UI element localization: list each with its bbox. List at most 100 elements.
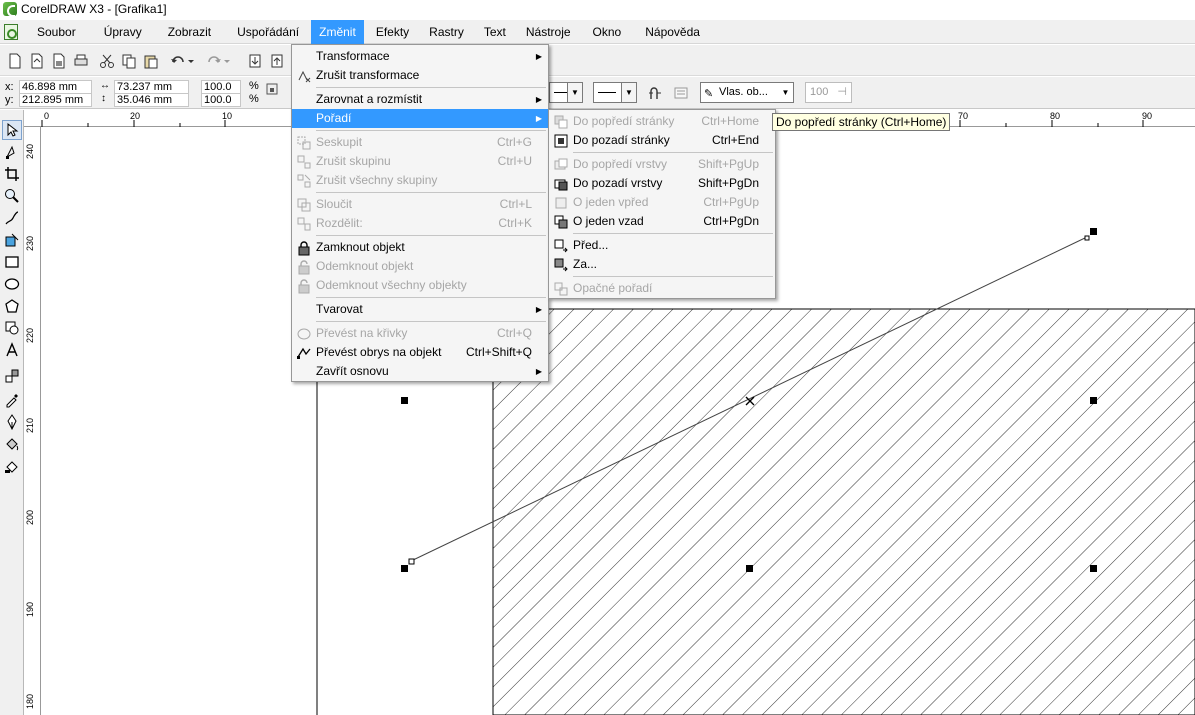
crop-tool-icon[interactable] xyxy=(2,164,22,184)
print-icon[interactable] xyxy=(71,51,91,71)
menu-item-rozdelit[interactable]: Rozdělit: Ctrl+K xyxy=(292,214,548,233)
outline-pen-icon[interactable] xyxy=(671,83,691,103)
menu-item-sloucit[interactable]: Sloučit Ctrl+L xyxy=(292,195,548,214)
menu-item-zrusit-skupinu[interactable]: Zrušit skupinu Ctrl+U xyxy=(292,152,548,171)
menu-item-seskupit[interactable]: Seskupit Ctrl+G xyxy=(292,133,548,152)
menu-item-zavrit-osnovu[interactable]: Zavřít osnovu ▶ xyxy=(292,362,548,381)
chevron-down-icon: ▼ xyxy=(778,83,793,102)
menu-separator xyxy=(316,192,546,193)
chevron-down-icon: ▼ xyxy=(567,83,582,102)
interactive-fill-tool-icon[interactable] xyxy=(2,456,22,476)
line-start-combo[interactable]: ▼ xyxy=(549,82,583,103)
menu-upravy[interactable]: Úpravy xyxy=(96,20,150,44)
menu-item-pred[interactable]: Před... xyxy=(549,236,775,255)
to-layer-back-icon xyxy=(553,176,569,192)
menu-item-transformace[interactable]: Transformace ▶ xyxy=(292,47,548,66)
document-icon[interactable] xyxy=(4,23,18,40)
import-icon[interactable] xyxy=(245,51,265,71)
menu-text[interactable]: Text xyxy=(476,20,514,44)
outline-width-combo[interactable]: ✎ Vlas. ob... ▼ xyxy=(700,82,794,103)
lock-ratio-icon[interactable] xyxy=(262,79,282,99)
height-field[interactable]: 35.046 mm xyxy=(114,93,189,107)
x-position-field[interactable]: 46.898 mm xyxy=(19,80,92,94)
poradi-submenu: Do popředí stránky Ctrl+Home Do pozadí st… xyxy=(548,109,776,299)
menu-item-za[interactable]: Za... xyxy=(549,255,775,274)
fill-tool-icon[interactable] xyxy=(2,434,22,454)
basic-shapes-tool-icon[interactable] xyxy=(2,318,22,338)
ruler-tick-label: 90 xyxy=(1142,111,1153,121)
vertical-ruler[interactable]: 240 230 220 210 200 190 180 xyxy=(24,127,41,715)
menu-item-poradi[interactable]: Pořadí ▶ xyxy=(292,109,548,128)
ruler-tick-label: 220 xyxy=(25,327,35,343)
menu-nastroje[interactable]: Nástroje xyxy=(518,20,579,44)
scale-x-field[interactable]: 100.0 xyxy=(201,80,241,94)
menu-napoveda[interactable]: Nápověda xyxy=(637,20,708,44)
menu-soubor[interactable]: Soubor xyxy=(29,20,84,44)
interactive-blend-tool-icon[interactable] xyxy=(2,366,22,386)
menu-item-zrusit-transformace[interactable]: Zrušit transformace xyxy=(292,66,548,85)
undo-dropdown-icon[interactable] xyxy=(186,51,196,71)
freehand-tool-icon[interactable] xyxy=(2,208,22,228)
menu-item-do-pozadi-vrstvy[interactable]: Do pozadí vrstvy Shift+PgDn xyxy=(549,174,775,193)
redo-dropdown-icon[interactable] xyxy=(222,51,232,71)
save-icon[interactable] xyxy=(49,51,69,71)
menu-item-do-popredi-stranky[interactable]: Do popředí stránky Ctrl+Home xyxy=(549,112,775,131)
copy-icon[interactable] xyxy=(119,51,139,71)
menu-rastry[interactable]: Rastry xyxy=(421,20,472,44)
wrap-text-icon[interactable] xyxy=(645,83,665,103)
paste-icon[interactable] xyxy=(141,51,161,71)
menu-item-prevest-na-krivky[interactable]: Převést na křivky Ctrl+Q xyxy=(292,324,548,343)
x-label: x: xyxy=(5,81,14,93)
menu-item-opacne-poradi[interactable]: Opačné pořadí xyxy=(549,279,775,298)
redo-icon[interactable] xyxy=(204,51,224,71)
menu-efekty[interactable]: Efekty xyxy=(368,20,417,44)
opacity-field[interactable]: 100 ⊣ xyxy=(805,82,852,103)
group-icon xyxy=(296,135,312,151)
tooltip: Do popředí stránky (Ctrl+Home) xyxy=(772,113,951,131)
open-icon[interactable] xyxy=(27,51,47,71)
menu-item-do-popredi-vrstvy[interactable]: Do popředí vrstvy Shift+PgUp xyxy=(549,155,775,174)
menu-item-zarovnat[interactable]: Zarovnat a rozmístit ▶ xyxy=(292,90,548,109)
menu-usporadani[interactable]: Uspořádání xyxy=(229,20,307,44)
unlock-all-icon xyxy=(296,278,312,294)
menu-zmenit[interactable]: Změnit xyxy=(311,19,364,44)
menu-zobrazit[interactable]: Zobrazit xyxy=(160,20,219,44)
break-apart-icon xyxy=(296,216,312,232)
toolbox xyxy=(0,110,24,715)
slider-icon: ⊣ xyxy=(837,86,847,98)
menu-item-zrusit-vsechny-skupiny[interactable]: Zrušit všechny skupiny xyxy=(292,171,548,190)
hatched-rectangle[interactable] xyxy=(492,308,1195,715)
menu-item-o-jeden-vzad[interactable]: O jeden vzad Ctrl+PgDn xyxy=(549,212,775,231)
shape-tool-icon[interactable] xyxy=(2,142,22,162)
outline-tool-icon[interactable] xyxy=(2,412,22,432)
undo-icon[interactable] xyxy=(168,51,188,71)
menu-item-tvarovat[interactable]: Tvarovat ▶ xyxy=(292,300,548,319)
menu-separator xyxy=(316,321,546,322)
menu-okno[interactable]: Okno xyxy=(585,20,630,44)
y-position-field[interactable]: 212.895 mm xyxy=(19,93,92,107)
zoom-tool-icon[interactable] xyxy=(2,186,22,206)
menu-item-prevest-obrys[interactable]: Převést obrys na objekt Ctrl+Shift+Q xyxy=(292,343,548,362)
width-arrow-icon: ↔ xyxy=(100,80,110,91)
menu-item-o-jeden-vpred[interactable]: O jeden vpřed Ctrl+PgUp xyxy=(549,193,775,212)
cut-icon[interactable] xyxy=(97,51,117,71)
export-icon[interactable] xyxy=(267,51,287,71)
rectangle-tool-icon[interactable] xyxy=(2,252,22,272)
submenu-arrow-icon: ▶ xyxy=(535,95,542,104)
ruler-tick-label: 70 xyxy=(958,111,969,121)
eyedropper-tool-icon[interactable] xyxy=(2,390,22,410)
menu-item-odemknout-vsechny[interactable]: Odemknout všechny objekty xyxy=(292,276,548,295)
text-tool-icon[interactable] xyxy=(2,340,22,360)
polygon-tool-icon[interactable] xyxy=(2,296,22,316)
pick-tool-icon[interactable] xyxy=(2,120,22,140)
line-style-combo[interactable]: ▼ xyxy=(593,82,637,103)
ellipse-tool-icon[interactable] xyxy=(2,274,22,294)
scale-y-field[interactable]: 100.0 xyxy=(201,93,241,107)
width-field[interactable]: 73.237 mm xyxy=(114,80,189,94)
menu-item-do-pozadi-stranky[interactable]: Do pozadí stránky Ctrl+End xyxy=(549,131,775,150)
new-document-icon[interactable] xyxy=(5,51,25,71)
menu-item-zamknout-objekt[interactable]: Zamknout objekt xyxy=(292,238,548,257)
smart-fill-tool-icon[interactable] xyxy=(2,230,22,250)
menu-item-odemknout-objekt[interactable]: Odemknout objekt xyxy=(292,257,548,276)
outline-to-object-icon xyxy=(296,345,312,361)
